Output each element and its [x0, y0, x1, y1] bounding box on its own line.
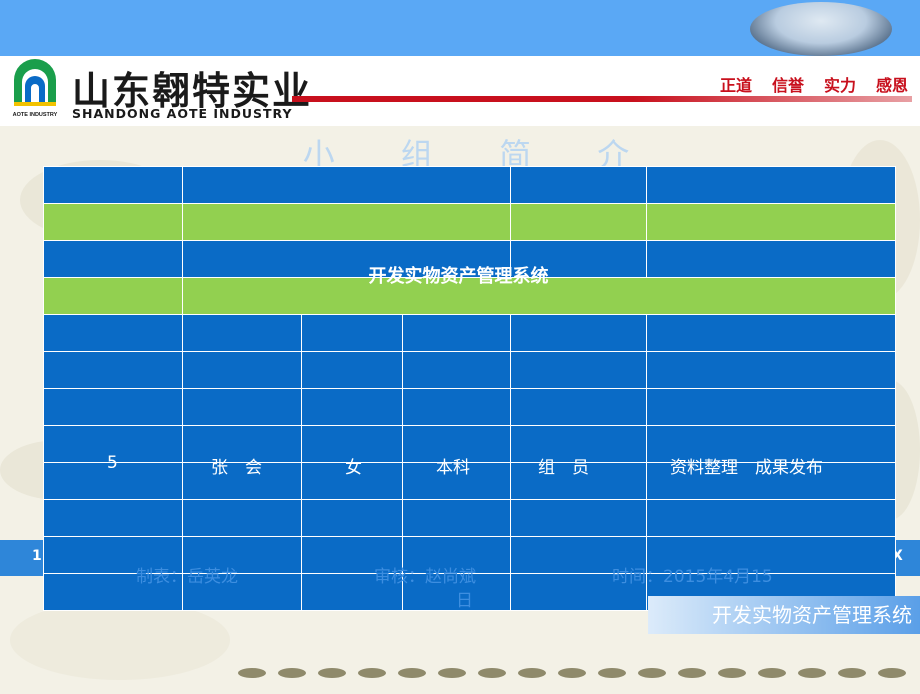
table-cell [510, 351, 647, 389]
table-cell [182, 499, 302, 537]
decorative-dashes [238, 668, 906, 678]
slogan-item: 感恩 [875, 76, 908, 95]
member-education: 本科 [436, 458, 470, 478]
table-cell [402, 388, 511, 426]
solar-panel-image [750, 2, 892, 56]
table-cell [646, 314, 896, 352]
table-cell [43, 166, 183, 204]
table-cell [402, 314, 511, 352]
member-name: 张 会 [211, 458, 262, 478]
table-cell [402, 351, 511, 389]
table-cell [646, 203, 896, 241]
company-logo: AOTE INDUSTRY [10, 58, 60, 120]
band-left-text: 1 [32, 548, 42, 564]
table-cell [43, 314, 183, 352]
table-row [43, 388, 896, 426]
logo-small-text: AOTE INDUSTRY [13, 112, 58, 118]
made-by: 制表：岳英龙 [136, 567, 238, 587]
table-row [43, 499, 896, 537]
table-row [43, 351, 896, 389]
table-cell [301, 314, 403, 352]
table-row [43, 166, 896, 204]
table-cell [510, 166, 647, 204]
slogan-item: 信誉 [771, 76, 804, 95]
table-cell [182, 166, 511, 204]
reviewed-by-cont: 日 [456, 591, 473, 611]
table-cell [646, 388, 896, 426]
table-row [43, 203, 896, 241]
table-cell [646, 499, 896, 537]
table-cell [43, 499, 183, 537]
project-title: 开发实物资产管理系统 [368, 266, 549, 287]
table-cell [301, 499, 403, 537]
table-cell [510, 499, 647, 537]
brand-name-en: SHANDONG AOTE INDUSTRY [72, 106, 293, 121]
table-cell [43, 203, 183, 241]
table-row [43, 314, 896, 352]
member-no: 5 [107, 453, 118, 473]
table-cell [182, 203, 511, 241]
table-cell [301, 351, 403, 389]
table-cell [510, 314, 647, 352]
header-divider [292, 96, 912, 102]
table-cell [43, 240, 183, 278]
table-cell [182, 314, 302, 352]
table-cell [182, 351, 302, 389]
slogan-item: 正道 [719, 76, 752, 95]
team-table [43, 166, 896, 611]
table-cell [301, 388, 403, 426]
footer-label-text: 开发实物资产管理系统 [712, 603, 912, 627]
table-cell [402, 499, 511, 537]
table-cell [646, 166, 896, 204]
member-role: 组 员 [538, 458, 589, 478]
member-gender: 女 [345, 458, 362, 478]
table-cell [646, 351, 896, 389]
footer-label: 开发实物资产管理系统 [648, 596, 920, 634]
table-cell [510, 203, 647, 241]
table-cell [182, 388, 302, 426]
table-cell [43, 388, 183, 426]
table-cell [43, 351, 183, 389]
slogan-item: 实力 [823, 76, 856, 95]
reviewed-by: 审核：赵尚斌 [374, 567, 476, 587]
report-date: 时间：2015年4月15 [612, 567, 773, 587]
member-duty: 资料整理 成果发布 [670, 458, 823, 478]
slogan-group: 正道 信誉 实力 感恩 [720, 72, 908, 96]
table-cell [43, 277, 183, 315]
table-cell [510, 388, 647, 426]
